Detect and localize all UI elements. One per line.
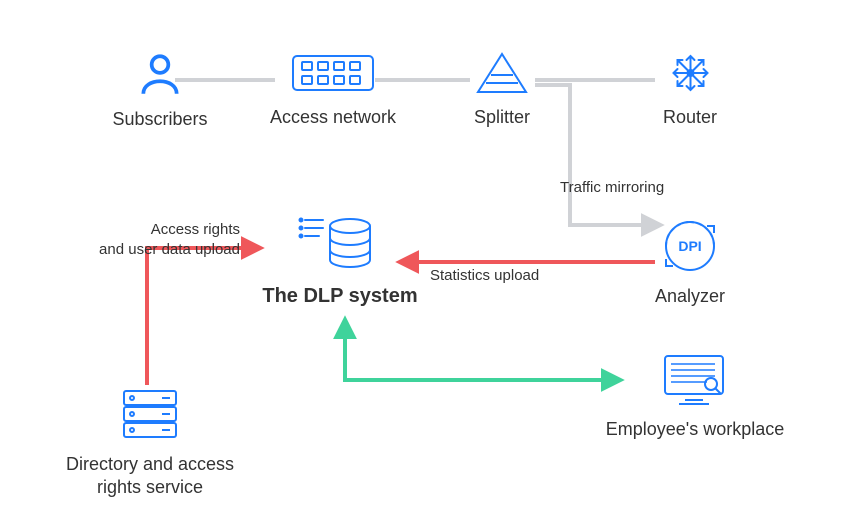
edge-label-traffic-mirroring: Traffic mirroring bbox=[560, 178, 690, 198]
node-directory: Directory and access rights service bbox=[65, 385, 235, 500]
user-icon bbox=[135, 50, 185, 100]
node-label: Employee's workplace bbox=[606, 418, 785, 441]
node-workplace: Employee's workplace bbox=[595, 350, 795, 441]
node-subscribers: Subscribers bbox=[100, 50, 220, 131]
node-router: Router bbox=[645, 48, 735, 129]
database-icon bbox=[295, 210, 385, 275]
dpi-badge-text: DPI bbox=[678, 238, 701, 254]
dpi-gauge-icon: DPI bbox=[659, 215, 721, 277]
prism-icon bbox=[472, 48, 532, 98]
node-analyzer: DPI Analyzer bbox=[640, 215, 740, 308]
node-label: Splitter bbox=[474, 106, 530, 129]
edge-label-access-rights-upload: Access rights and user data upload bbox=[70, 220, 240, 259]
edge-label-statistics-upload: Statistics upload bbox=[430, 266, 570, 286]
node-splitter: Splitter bbox=[462, 48, 542, 129]
node-label: Analyzer bbox=[655, 285, 725, 308]
server-rack-icon bbox=[118, 385, 183, 445]
node-label: Router bbox=[663, 106, 717, 129]
node-access-network: Access network bbox=[258, 48, 408, 129]
monitor-icon bbox=[659, 350, 731, 410]
node-dlp-system: The DLP system bbox=[250, 210, 430, 309]
node-label: Access network bbox=[270, 106, 396, 129]
node-label: The DLP system bbox=[262, 283, 417, 309]
switch-icon bbox=[288, 48, 378, 98]
arrows-out-icon bbox=[663, 48, 718, 98]
node-label: Subscribers bbox=[112, 108, 207, 131]
node-label: Directory and access rights service bbox=[65, 453, 235, 500]
